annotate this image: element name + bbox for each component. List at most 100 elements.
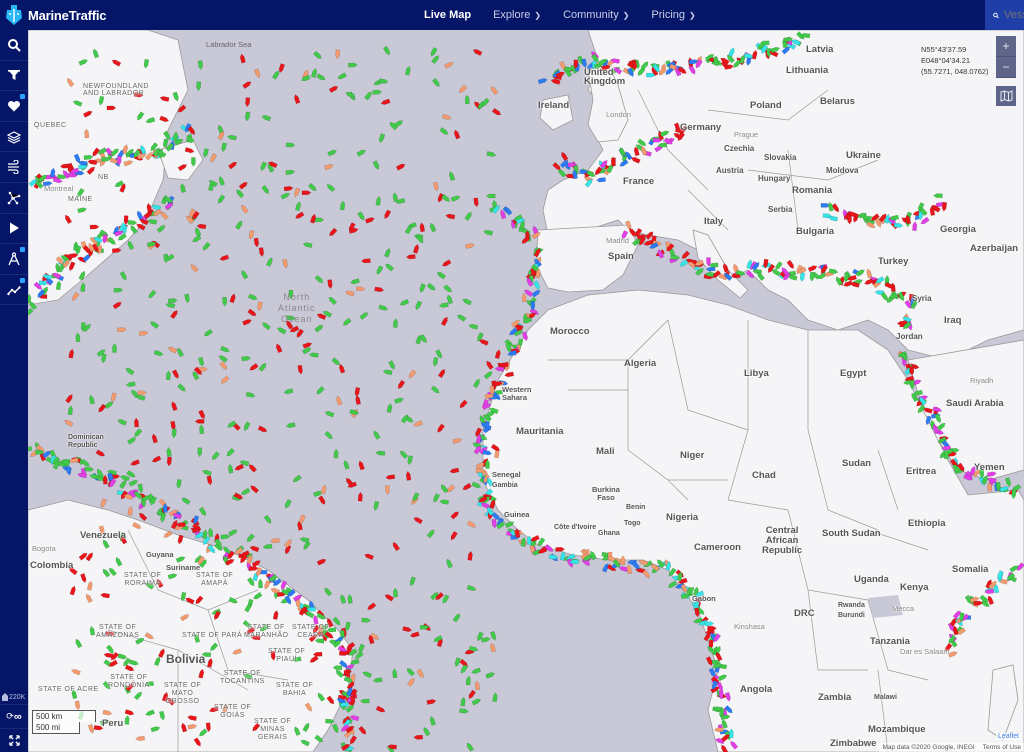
vessel-marker[interactable]: [145, 709, 155, 717]
vessel-marker[interactable]: [399, 449, 409, 460]
vessel-marker[interactable]: [413, 516, 423, 525]
vessel-marker[interactable]: [158, 648, 166, 659]
vessel-marker[interactable]: [302, 540, 311, 551]
vessel-marker[interactable]: [642, 569, 652, 580]
vessel-marker[interactable]: [453, 129, 461, 140]
vessel-marker[interactable]: [728, 47, 735, 58]
nav-explore[interactable]: Explore ❯: [493, 9, 541, 21]
vessel-marker[interactable]: [441, 259, 452, 268]
vessel-search-input[interactable]: [1004, 9, 1024, 21]
vessel-marker[interactable]: [222, 704, 229, 715]
vessel-marker[interactable]: [294, 211, 305, 220]
vessel-marker[interactable]: [444, 61, 454, 69]
vessel-marker[interactable]: [375, 705, 386, 713]
layers-button[interactable]: [0, 122, 28, 153]
vessel-marker[interactable]: [391, 541, 401, 552]
vessel-marker[interactable]: [251, 559, 262, 568]
vessel-marker[interactable]: [117, 327, 127, 333]
vessel-marker[interactable]: [248, 566, 259, 571]
vessel-marker[interactable]: [196, 81, 202, 92]
vessel-marker[interactable]: [248, 463, 258, 473]
vessel-marker[interactable]: [153, 349, 164, 357]
vessel-marker[interactable]: [242, 318, 252, 326]
vessel-marker[interactable]: [226, 134, 237, 141]
vessel-marker[interactable]: [110, 392, 117, 403]
vessel-marker[interactable]: [327, 279, 333, 290]
vessel-marker[interactable]: [89, 394, 95, 405]
vessel-marker[interactable]: [83, 154, 94, 160]
vessel-marker[interactable]: [462, 298, 472, 306]
vessel-marker[interactable]: [361, 617, 372, 623]
vessel-marker[interactable]: [893, 222, 904, 228]
vessel-marker[interactable]: [74, 638, 83, 649]
vessel-marker[interactable]: [388, 360, 396, 370]
vessel-marker[interactable]: [194, 419, 205, 424]
vessel-marker[interactable]: [205, 722, 211, 733]
vessel-marker[interactable]: [144, 681, 154, 687]
vessel-marker[interactable]: [436, 423, 445, 434]
vessel-marker[interactable]: [724, 691, 731, 702]
vessel-marker[interactable]: [471, 698, 482, 706]
vessel-marker[interactable]: [335, 49, 341, 60]
vessel-marker[interactable]: [356, 149, 367, 157]
vessel-marker[interactable]: [308, 352, 319, 358]
vessel-marker[interactable]: [144, 581, 155, 590]
vessel-marker[interactable]: [449, 530, 458, 541]
vessel-marker[interactable]: [373, 501, 380, 511]
vessel-marker[interactable]: [138, 512, 148, 522]
vessel-marker[interactable]: [445, 558, 453, 569]
vessel-marker[interactable]: [252, 592, 263, 600]
vessel-marker[interactable]: [220, 375, 230, 385]
vessel-marker[interactable]: [71, 689, 78, 700]
vessel-marker[interactable]: [117, 653, 128, 660]
vessel-marker[interactable]: [243, 421, 251, 432]
route-button[interactable]: [0, 275, 28, 306]
vessel-marker[interactable]: [102, 680, 112, 690]
vessel-marker[interactable]: [323, 587, 333, 597]
vessel-marker[interactable]: [125, 682, 135, 692]
vessel-marker[interactable]: [327, 149, 338, 157]
vessel-marker[interactable]: [314, 274, 324, 284]
vessel-marker[interactable]: [189, 263, 199, 273]
vessel-marker[interactable]: [177, 163, 188, 172]
vessel-marker[interactable]: [292, 474, 302, 483]
vessel-marker[interactable]: [936, 422, 946, 431]
vessel-marker[interactable]: [426, 282, 437, 292]
vessel-marker[interactable]: [128, 479, 139, 487]
vessel-marker[interactable]: [102, 709, 113, 716]
vessel-marker[interactable]: [384, 262, 395, 272]
vessel-marker[interactable]: [357, 211, 366, 222]
vessel-marker[interactable]: [383, 209, 392, 220]
vessel-marker[interactable]: [713, 727, 724, 732]
vessel-marker[interactable]: [198, 728, 208, 738]
vessel-marker[interactable]: [786, 259, 795, 270]
vessel-marker[interactable]: [245, 626, 256, 635]
vessel-marker[interactable]: [284, 499, 292, 509]
vessel-marker[interactable]: [246, 533, 255, 543]
vessel-marker[interactable]: [430, 385, 440, 395]
vessel-marker[interactable]: [385, 485, 390, 495]
vessel-marker[interactable]: [271, 70, 280, 80]
vessel-marker[interactable]: [240, 269, 249, 280]
vessel-marker[interactable]: [119, 474, 130, 482]
logo[interactable]: MarineTraffic: [4, 3, 107, 27]
vessel-marker[interactable]: [155, 578, 164, 589]
vessel-marker[interactable]: [474, 680, 480, 691]
vessel-marker[interactable]: [439, 127, 450, 136]
vessel-marker[interactable]: [413, 420, 423, 428]
vessel-marker[interactable]: [126, 240, 135, 251]
vessel-marker[interactable]: [466, 584, 477, 592]
vessel-marker[interactable]: [136, 210, 144, 221]
vessel-marker[interactable]: [159, 115, 170, 123]
vessel-marker[interactable]: [197, 447, 203, 458]
vessel-marker[interactable]: [483, 229, 494, 236]
vessel-marker[interactable]: [220, 534, 231, 540]
vessel-marker[interactable]: [102, 539, 110, 549]
vessel-marker[interactable]: [439, 499, 449, 505]
vessel-marker[interactable]: [465, 742, 475, 752]
vessel-marker[interactable]: [89, 625, 96, 636]
vessel-marker[interactable]: [130, 459, 140, 467]
vessel-marker[interactable]: [99, 718, 110, 726]
vessel-marker[interactable]: [171, 428, 177, 439]
vessel-marker[interactable]: [1011, 489, 1017, 500]
